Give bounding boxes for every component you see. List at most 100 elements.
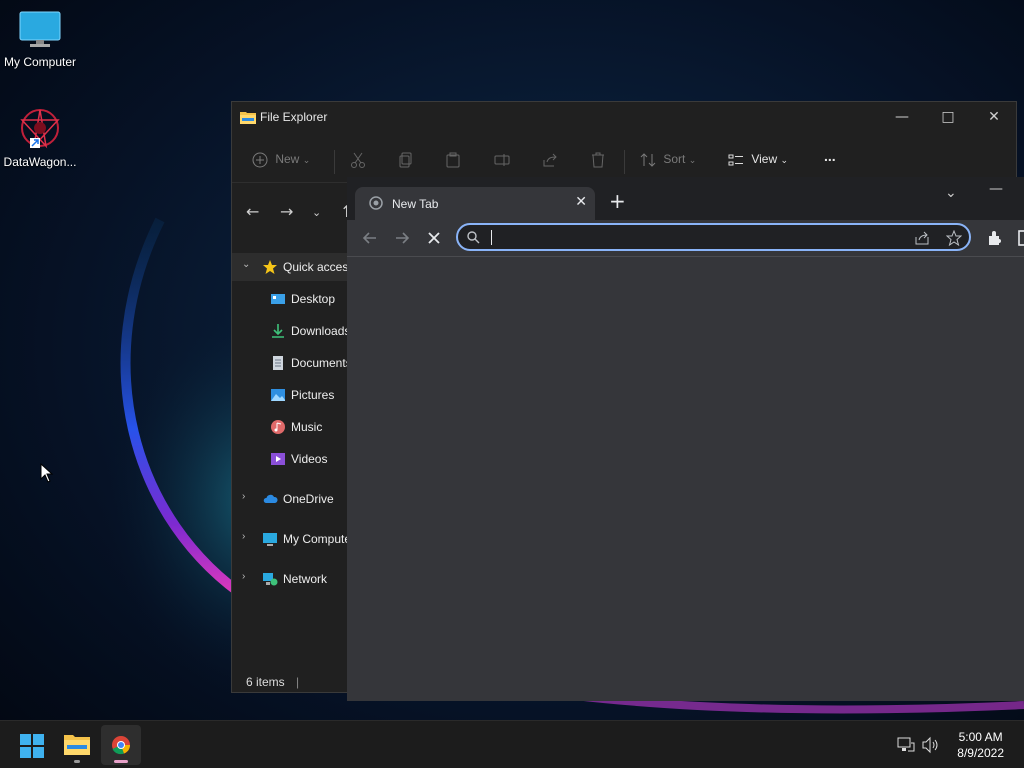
sidebar-item-my-computer[interactable]: › My Computer (232, 525, 348, 553)
sidebar-item-pictures[interactable]: Pictures (232, 381, 348, 409)
new-label: New (275, 152, 300, 167)
running-indicator (74, 760, 80, 763)
sidebar-item-label: Quick access (283, 260, 348, 274)
arrow-left-icon: ← (246, 202, 260, 221)
taskbar-chrome[interactable] (101, 725, 141, 765)
new-button[interactable]: New ⌄ (252, 152, 310, 172)
sidebar-item-music[interactable]: Music (232, 413, 348, 441)
desktop-icon-label: DataWagon... (3, 155, 77, 169)
sidebar-item-network[interactable]: › Network (232, 565, 348, 593)
view-label: View (751, 152, 778, 167)
share-button[interactable] (542, 152, 558, 172)
bookmark-star-icon[interactable] (946, 230, 962, 246)
network-tray-icon[interactable] (896, 735, 916, 755)
address-bar[interactable] (456, 223, 971, 251)
browser-window: New Tab ✕ + ⌄ — (347, 177, 1024, 701)
new-tab-button[interactable]: + (609, 191, 626, 211)
maximize-button[interactable]: □ (925, 102, 971, 132)
recent-button[interactable]: ⌄ (312, 206, 321, 219)
forward-button[interactable] (392, 228, 412, 248)
chrome-tab-icon (369, 196, 383, 210)
explorer-title: File Explorer (260, 110, 328, 124)
taskbar-file-explorer[interactable] (57, 725, 97, 765)
cut-button[interactable] (350, 152, 366, 172)
sidebar-item-label: Music (291, 420, 323, 434)
forward-button[interactable]: → (280, 202, 293, 221)
chevron-right-icon: › (242, 571, 246, 582)
minimize-icon: — (895, 109, 909, 125)
videos-icon (271, 453, 285, 465)
start-button[interactable] (12, 725, 52, 765)
windows-logo-icon (20, 734, 44, 758)
more-button[interactable]: ... (824, 148, 836, 168)
chevron-down-icon: ⌄ (242, 259, 251, 270)
sidebar-item-videos[interactable]: Videos (232, 445, 348, 473)
chevron-down-icon: ⌄ (945, 185, 957, 201)
sidebar-item-label: OneDrive (283, 492, 334, 506)
plus-icon: + (609, 189, 626, 213)
back-button[interactable] (360, 228, 380, 248)
paste-button[interactable] (445, 152, 461, 172)
sidebar-item-quick-access[interactable]: ⌄ Quick access (232, 253, 348, 281)
sort-button[interactable]: Sort ⌄ (640, 152, 696, 172)
delete-button[interactable] (590, 152, 606, 172)
sidebar-item-documents[interactable]: Documents (232, 349, 348, 377)
explorer-titlebar[interactable]: File Explorer — □ ✕ (232, 102, 1016, 132)
desktop-icon-my-computer[interactable]: My Computer (0, 10, 80, 69)
explorer-sidebar: ⌄ Quick access Desktop Downloads Documen… (232, 252, 348, 592)
folder-icon (240, 112, 256, 124)
view-button[interactable]: View ⌄ (728, 152, 788, 172)
tab-search-button[interactable]: ⌄ (945, 185, 957, 201)
chevron-right-icon: › (242, 531, 246, 542)
rename-icon (494, 154, 510, 166)
browser-content[interactable] (347, 257, 1024, 701)
side-panel-icon[interactable] (1017, 228, 1024, 248)
share-icon (543, 153, 557, 167)
clock-date: 8/9/2022 (957, 746, 1004, 760)
taskbar-clock[interactable]: 5:00 AM 8/9/2022 (957, 729, 1004, 761)
sidebar-item-desktop[interactable]: Desktop (232, 285, 348, 313)
stop-loading-button[interactable] (424, 228, 444, 248)
search-icon (467, 231, 480, 244)
close-icon: ✕ (988, 109, 1000, 125)
sidebar-item-downloads[interactable]: Downloads (232, 317, 348, 345)
minimize-button[interactable]: — (879, 102, 925, 132)
sidebar-item-onedrive[interactable]: › OneDrive (232, 485, 348, 513)
tab-close-button[interactable]: ✕ (575, 194, 587, 210)
document-icon (273, 356, 283, 370)
desktop-icon-datawagon[interactable]: DataWagon... (0, 106, 80, 169)
share-icon[interactable] (914, 230, 930, 246)
desktop-icon-label: My Computer (3, 55, 77, 69)
music-icon (271, 420, 285, 434)
copy-button[interactable] (398, 152, 414, 172)
copy-icon (399, 152, 412, 168)
monitor-icon (263, 533, 277, 546)
mouse-cursor-icon (40, 463, 54, 483)
desktop-folder-icon (271, 294, 285, 304)
sidebar-item-label: Pictures (291, 388, 335, 402)
rename-button[interactable] (494, 152, 510, 172)
back-button[interactable]: ← (246, 202, 259, 221)
datawagon-icon (20, 109, 60, 149)
extensions-button[interactable] (985, 228, 1005, 248)
trash-icon (592, 152, 604, 168)
minimize-button[interactable]: — (989, 181, 1003, 197)
star-icon (263, 260, 277, 274)
tab-new-tab[interactable]: New Tab ✕ (355, 187, 595, 220)
status-bar: 6 items | (246, 675, 299, 689)
download-icon (272, 324, 284, 338)
address-input[interactable] (488, 228, 912, 248)
sidebar-item-label: Network (283, 572, 328, 586)
maximize-icon: □ (941, 109, 955, 125)
plus-circle-icon (252, 152, 268, 168)
chevron-down-icon: ⌄ (780, 155, 789, 166)
minimize-icon: — (989, 181, 1003, 197)
clock-time: 5:00 AM (958, 730, 1003, 744)
sort-icon (640, 153, 656, 167)
volume-icon[interactable] (921, 735, 941, 755)
sidebar-item-label: Downloads (291, 324, 348, 338)
browser-toolbar (347, 220, 1024, 257)
close-button[interactable]: ✕ (971, 102, 1017, 132)
status-separator: | (296, 675, 300, 689)
tab-strip[interactable]: New Tab ✕ + ⌄ — (347, 177, 1024, 220)
